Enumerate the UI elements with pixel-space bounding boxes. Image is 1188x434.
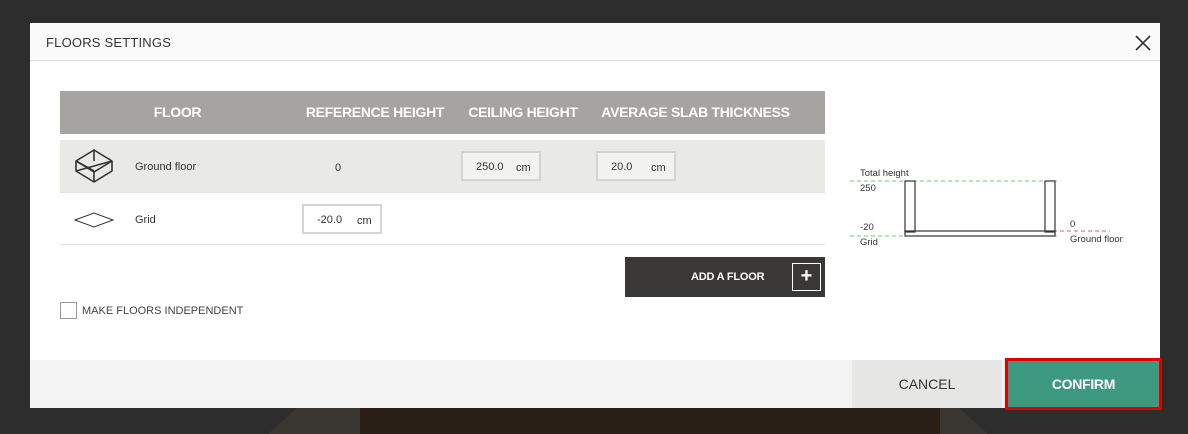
header-slab-thickness: AVERAGE SLAB THICKNESS <box>601 104 790 120</box>
cube-icon <box>72 147 116 190</box>
total-height-value: 250 <box>860 183 876 194</box>
floor-name: Grid <box>135 214 156 226</box>
slab-thickness-input[interactable]: 20.0 cm <box>596 151 676 181</box>
floor-name: Ground floor <box>135 161 197 173</box>
floor-height-diagram: Total height 250 -20 Grid 0 Ground floor <box>850 168 1123 248</box>
floors-table: FLOOR REFERENCE HEIGHT CEILING HEIGHT AV… <box>60 91 825 245</box>
add-floor-label: ADD A FLOOR <box>691 271 765 283</box>
add-floor-button[interactable]: ADD A FLOOR + <box>625 257 825 297</box>
header-ceiling-height: CEILING HEIGHT <box>468 104 578 120</box>
table-header: FLOOR REFERENCE HEIGHT CEILING HEIGHT AV… <box>60 91 825 134</box>
ceiling-height-input[interactable]: 250.0 cm <box>461 151 541 181</box>
grid-value: -20 <box>860 222 874 233</box>
cancel-button[interactable]: CANCEL <box>852 360 1002 408</box>
dialog-header: FLOORS SETTINGS <box>30 23 1160 61</box>
grid-label: Grid <box>860 237 878 248</box>
plus-icon: + <box>792 263 821 291</box>
independent-floors-checkbox[interactable] <box>60 302 77 319</box>
dialog-title: FLOORS SETTINGS <box>46 35 172 50</box>
unit-label: cm <box>516 162 531 174</box>
close-icon[interactable] <box>1130 30 1156 56</box>
floors-settings-dialog: FLOORS SETTINGS FLOOR REFERENCE HEIGHT C… <box>30 23 1162 410</box>
table-row[interactable]: Ground floor 0 250.0 cm 20.0 cm <box>60 140 825 193</box>
unit-label: cm <box>651 162 666 174</box>
dialog-footer: CANCEL CONFIRM <box>30 358 1162 410</box>
table-row[interactable]: Grid -20.0 cm <box>60 193 825 245</box>
total-height-label: Total height <box>860 168 909 179</box>
ceiling-height-value: 250.0 <box>476 161 504 173</box>
right-wall <box>1044 180 1056 233</box>
slab <box>904 230 1056 237</box>
grid-plane-icon <box>72 207 116 238</box>
unit-label: cm <box>357 215 372 227</box>
reference-height-value: 0 <box>334 162 342 174</box>
header-floor: FLOOR <box>153 104 202 120</box>
ground-floor-value: 0 <box>1070 219 1075 230</box>
independent-floors-label: MAKE FLOORS INDEPENDENT <box>82 305 244 317</box>
background-floor <box>360 408 940 434</box>
confirm-button[interactable]: CONFIRM <box>1005 358 1162 410</box>
left-wall <box>904 180 916 233</box>
ground-floor-label: Ground floor <box>1070 234 1123 245</box>
reference-height-input[interactable]: -20.0 cm <box>302 204 382 234</box>
slab-thickness-value: 20.0 <box>611 161 633 173</box>
reference-height-value: -20.0 <box>317 214 343 226</box>
header-reference-height: REFERENCE HEIGHT <box>305 104 445 120</box>
